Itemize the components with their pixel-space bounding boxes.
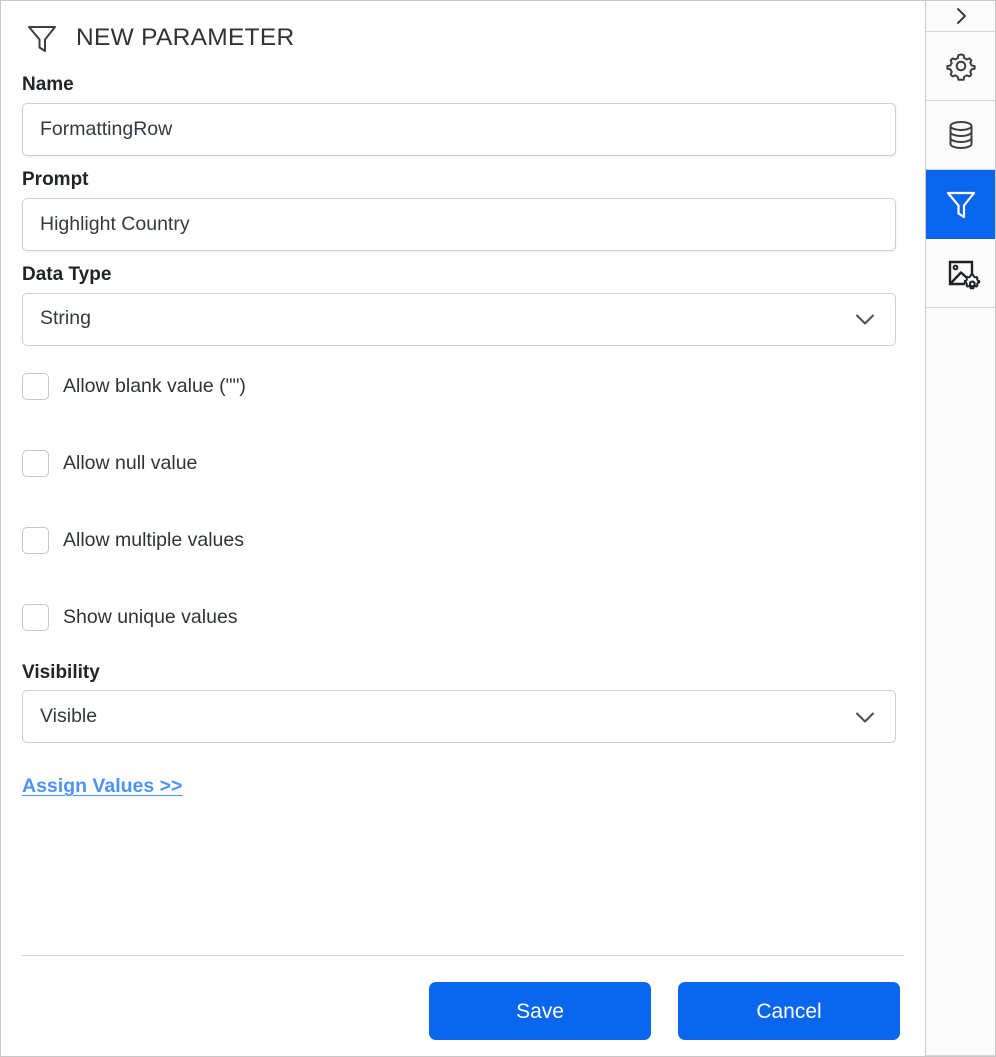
allow-multiple-label: Allow multiple values — [63, 528, 244, 551]
gear-icon — [941, 46, 981, 86]
sidebar-item-collapse-panel[interactable] — [926, 1, 995, 32]
allow-multiple-checkbox[interactable] — [22, 527, 49, 555]
cancel-button[interactable]: Cancel — [678, 982, 900, 1040]
prompt-label: Prompt — [22, 168, 89, 190]
parameter-options-group: Allow blank value ("") Allow null value … — [17, 373, 909, 632]
checkbox-row-allow-blank[interactable]: Allow blank value ("") — [22, 373, 909, 401]
data-type-value: String — [40, 307, 91, 330]
data-type-label: Data Type — [22, 263, 112, 285]
checkbox-row-allow-multiple[interactable]: Allow multiple values — [22, 527, 909, 555]
chevron-right-icon — [950, 5, 972, 27]
panel-header: NEW PARAMETER — [17, 15, 909, 61]
sidebar-item-settings[interactable] — [926, 32, 995, 101]
funnel-icon — [941, 184, 981, 224]
parameter-form-panel: NEW PARAMETER Name Prompt Data Type Stri… — [0, 0, 925, 1057]
allow-null-label: Allow null value — [63, 451, 198, 474]
right-sidebar — [925, 0, 996, 1057]
prompt-input[interactable] — [22, 197, 896, 251]
allow-blank-label: Allow blank value ("") — [63, 374, 246, 397]
funnel-icon — [22, 18, 62, 58]
visibility-label: Visibility — [22, 661, 100, 683]
allow-blank-checkbox[interactable] — [22, 373, 49, 401]
assign-values-row: Assign Values >> — [22, 775, 909, 798]
new-parameter-dialog: NEW PARAMETER Name Prompt Data Type Stri… — [0, 0, 996, 1057]
sidebar-item-image-settings[interactable] — [926, 239, 995, 308]
allow-null-checkbox[interactable] — [22, 450, 49, 478]
sidebar-item-data-sources[interactable] — [926, 101, 995, 170]
chevron-down-icon — [851, 703, 879, 731]
save-button[interactable]: Save — [429, 982, 651, 1040]
show-unique-label: Show unique values — [63, 605, 238, 628]
chevron-down-icon — [851, 305, 879, 333]
sidebar-item-parameters[interactable] — [926, 170, 995, 239]
database-icon — [941, 115, 981, 155]
visibility-select[interactable]: Visible — [22, 690, 896, 744]
parameter-form-body: NEW PARAMETER Name Prompt Data Type Stri… — [1, 1, 925, 955]
image-settings-icon — [941, 253, 981, 293]
show-unique-checkbox[interactable] — [22, 604, 49, 632]
checkbox-row-allow-null[interactable]: Allow null value — [22, 450, 909, 478]
page-title: NEW PARAMETER — [76, 23, 295, 51]
name-label: Name — [22, 74, 74, 95]
data-type-select[interactable]: String — [22, 292, 896, 346]
footer-divider — [22, 955, 904, 956]
name-input[interactable] — [22, 102, 896, 156]
sidebar-empty-area — [926, 308, 995, 1056]
visibility-value: Visible — [40, 705, 98, 728]
panel-footer: Save Cancel — [1, 955, 925, 1056]
checkbox-row-show-unique[interactable]: Show unique values — [22, 604, 909, 632]
footer-buttons: Save Cancel — [17, 982, 909, 1040]
assign-values-link[interactable]: Assign Values >> — [22, 775, 182, 798]
